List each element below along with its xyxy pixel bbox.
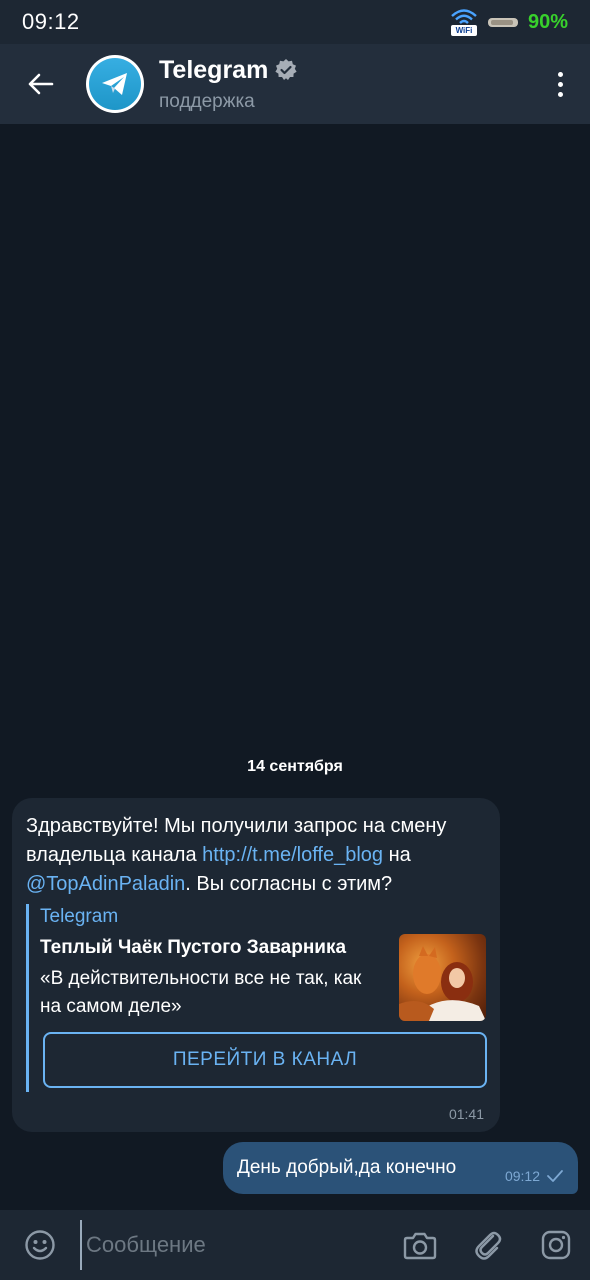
title-row: Telegram	[159, 56, 298, 85]
user-mention-link[interactable]: @TopAdinPaladin	[26, 873, 185, 895]
chat-header: Telegram поддержка	[0, 44, 590, 124]
message-text-part: на	[383, 844, 411, 866]
wifi-icon: WiFi	[450, 8, 478, 36]
paperclip-icon	[475, 1231, 502, 1260]
camera-button[interactable]	[386, 1210, 454, 1280]
emoji-button[interactable]	[0, 1210, 80, 1280]
more-menu-button[interactable]	[530, 44, 590, 124]
outgoing-message-text: День добрый,да конечно	[237, 1157, 457, 1178]
incoming-message-time: 01:41	[448, 1106, 484, 1122]
outgoing-message-time: 09:12	[504, 1168, 540, 1184]
attach-button[interactable]	[454, 1210, 522, 1280]
more-dot	[557, 81, 563, 87]
instagram-icon	[541, 1230, 571, 1260]
chat-subtitle: поддержка	[159, 90, 255, 112]
more-dot	[557, 91, 563, 97]
more-dots-icon	[557, 71, 563, 77]
chat-title: Telegram	[159, 55, 269, 84]
date-separator: 14 сентября	[247, 758, 343, 775]
camera-icon	[403, 1232, 437, 1260]
instagram-button[interactable]	[522, 1210, 590, 1280]
outgoing-message-meta: 09:12	[505, 1168, 564, 1184]
avatar[interactable]	[86, 55, 144, 113]
battery-percent: 90%	[527, 10, 568, 33]
incoming-message-text: Здравствуйте! Мы получили запрос на смен…	[26, 812, 486, 899]
status-bar: 09:12 WiFi 90%	[0, 0, 590, 44]
back-arrow-icon	[28, 73, 54, 95]
channel-link[interactable]: http://t.me/loffe_blog	[202, 844, 383, 866]
chat-title-block[interactable]: Telegram поддержка	[159, 56, 298, 113]
check-icon	[547, 1170, 563, 1182]
back-button[interactable]	[0, 44, 80, 124]
status-time: 09:12	[22, 9, 80, 34]
preview-site-name: Telegram	[40, 906, 119, 927]
telegram-logo-icon	[89, 58, 141, 110]
message-text-part: . Вы согласны с этим?	[185, 873, 393, 895]
verified-badge-icon	[275, 59, 297, 80]
wifi-label: WiFi	[450, 25, 477, 36]
open-channel-button[interactable]: ПЕРЕЙТИ В КАНАЛ	[43, 1032, 487, 1088]
link-preview[interactable]: Telegram Теплый Чаёк Пустого Заварника «…	[26, 904, 487, 1092]
message-input[interactable]	[80, 1220, 386, 1270]
preview-thumbnail[interactable]	[399, 934, 486, 1021]
status-indicators: WiFi 90%	[450, 8, 568, 36]
emoji-icon	[25, 1230, 55, 1260]
battery-icon	[487, 17, 518, 27]
outgoing-message[interactable]: День добрый,да конечно 09:12	[223, 1142, 578, 1194]
preview-description: «В действительности все не так, как на с…	[40, 968, 362, 1017]
incoming-message[interactable]: Здравствуйте! Мы получили запрос на смен…	[12, 798, 500, 1132]
telegram-chat-screen: 09:12 WiFi 90% Telegram поддержка 14 сен…	[0, 0, 590, 1280]
message-input-bar	[0, 1210, 590, 1280]
